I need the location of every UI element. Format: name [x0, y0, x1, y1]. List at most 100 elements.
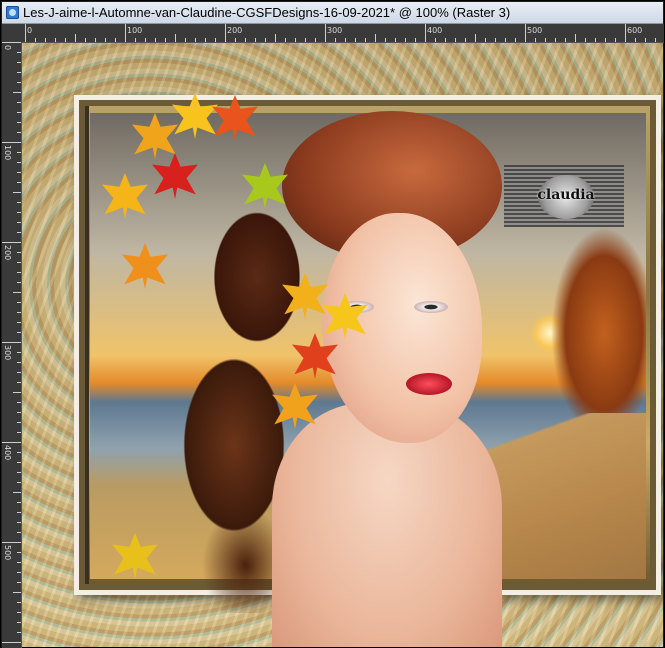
ruler-tick	[645, 38, 646, 42]
ruler-label: 600	[627, 26, 643, 35]
image-document-icon	[6, 6, 19, 19]
ruler-tick	[17, 382, 21, 383]
title-bar[interactable]: Les-J-aime-l-Automne-van-Claudine-CGSFDe…	[2, 2, 663, 24]
ruler-tick	[565, 38, 566, 42]
ruler-tick	[17, 222, 21, 223]
ruler-tick	[155, 38, 156, 42]
ruler-tick	[305, 38, 306, 42]
ruler-corner	[2, 24, 22, 43]
ruler-tick	[17, 122, 21, 123]
ruler-tick	[505, 38, 506, 42]
ruler-tick	[17, 262, 21, 263]
ruler-tick	[17, 322, 21, 323]
ruler-tick	[375, 34, 376, 42]
ruler-tick	[225, 24, 226, 42]
ruler-tick	[95, 38, 96, 42]
ruler-tick	[245, 38, 246, 42]
ruler-tick	[17, 552, 21, 553]
ruler-label: 400	[3, 445, 12, 461]
ruler-tick	[345, 38, 346, 42]
image-canvas[interactable]: claudia	[22, 43, 663, 647]
ruler-tick	[55, 38, 56, 42]
ruler-tick	[17, 622, 21, 623]
ruler-tick	[17, 352, 21, 353]
ruler-tick	[17, 132, 21, 133]
ruler-tick	[17, 452, 21, 453]
ruler-tick	[385, 38, 386, 42]
ruler-tick	[13, 592, 21, 593]
woman-red-lips	[406, 373, 452, 395]
ruler-tick	[13, 92, 21, 93]
horizontal-ruler[interactable]: 0 100 200 300 400 500 600	[21, 24, 664, 43]
ruler-tick	[275, 34, 276, 42]
ruler-tick	[17, 562, 21, 563]
ruler-tick	[205, 38, 206, 42]
ruler-tick	[17, 302, 21, 303]
ruler-tick	[525, 24, 526, 42]
ruler-tick	[25, 24, 26, 42]
ruler-tick	[285, 38, 286, 42]
ruler-tick	[315, 38, 316, 42]
ruler-tick	[2, 42, 21, 43]
ruler-tick	[585, 38, 586, 42]
ruler-tick	[17, 62, 21, 63]
ruler-tick	[17, 232, 21, 233]
document-window: Les-J-aime-l-Automne-van-Claudine-CGSFDe…	[0, 0, 665, 648]
ruler-tick	[17, 412, 21, 413]
ruler-tick	[17, 202, 21, 203]
ruler-tick	[17, 162, 21, 163]
ruler-tick	[17, 82, 21, 83]
ruler-tick	[13, 192, 21, 193]
ruler-tick	[17, 152, 21, 153]
ruler-tick	[17, 432, 21, 433]
ruler-tick	[17, 402, 21, 403]
ruler-tick	[17, 172, 21, 173]
ruler-tick	[65, 38, 66, 42]
ruler-tick	[145, 38, 146, 42]
ruler-tick	[455, 38, 456, 42]
ruler-tick	[17, 272, 21, 273]
ruler-tick	[255, 38, 256, 42]
ruler-tick	[265, 38, 266, 42]
ruler-tick	[295, 38, 296, 42]
ruler-tick	[2, 142, 21, 143]
ruler-tick	[2, 342, 21, 343]
ruler-tick	[185, 38, 186, 42]
ruler-tick	[17, 182, 21, 183]
ruler-tick	[17, 332, 21, 333]
ruler-tick	[17, 212, 21, 213]
ruler-tick	[17, 522, 21, 523]
vertical-ruler[interactable]: 0 100 200 300 400 500	[2, 42, 22, 648]
ruler-label: 300	[327, 26, 343, 35]
ruler-tick	[625, 24, 626, 42]
ruler-tick	[135, 38, 136, 42]
ruler-tick	[355, 38, 356, 42]
ruler-tick	[17, 612, 21, 613]
ruler-tick	[415, 38, 416, 42]
ruler-tick	[535, 38, 536, 42]
ruler-tick	[515, 38, 516, 42]
ruler-tick	[465, 38, 466, 42]
ruler-tick	[35, 38, 36, 42]
ruler-tick	[17, 282, 21, 283]
ruler-tick	[475, 34, 476, 42]
ruler-tick	[485, 38, 486, 42]
ruler-label: 400	[427, 26, 443, 35]
window-title: Les-J-aime-l-Automne-van-Claudine-CGSFDe…	[23, 5, 511, 20]
ruler-tick	[545, 38, 546, 42]
ruler-tick	[2, 542, 21, 543]
ruler-tick	[17, 462, 21, 463]
ruler-tick	[17, 532, 21, 533]
ruler-tick	[575, 34, 576, 42]
ruler-tick	[555, 38, 556, 42]
ruler-tick	[655, 38, 656, 42]
ruler-label: 200	[3, 245, 12, 261]
ruler-tick	[365, 38, 366, 42]
ruler-tick	[2, 442, 21, 443]
ruler-tick	[115, 38, 116, 42]
ruler-tick	[17, 252, 21, 253]
ruler-tick	[615, 38, 616, 42]
ruler-label: 100	[127, 26, 143, 35]
ruler-label: 300	[3, 345, 12, 361]
ruler-tick	[17, 312, 21, 313]
